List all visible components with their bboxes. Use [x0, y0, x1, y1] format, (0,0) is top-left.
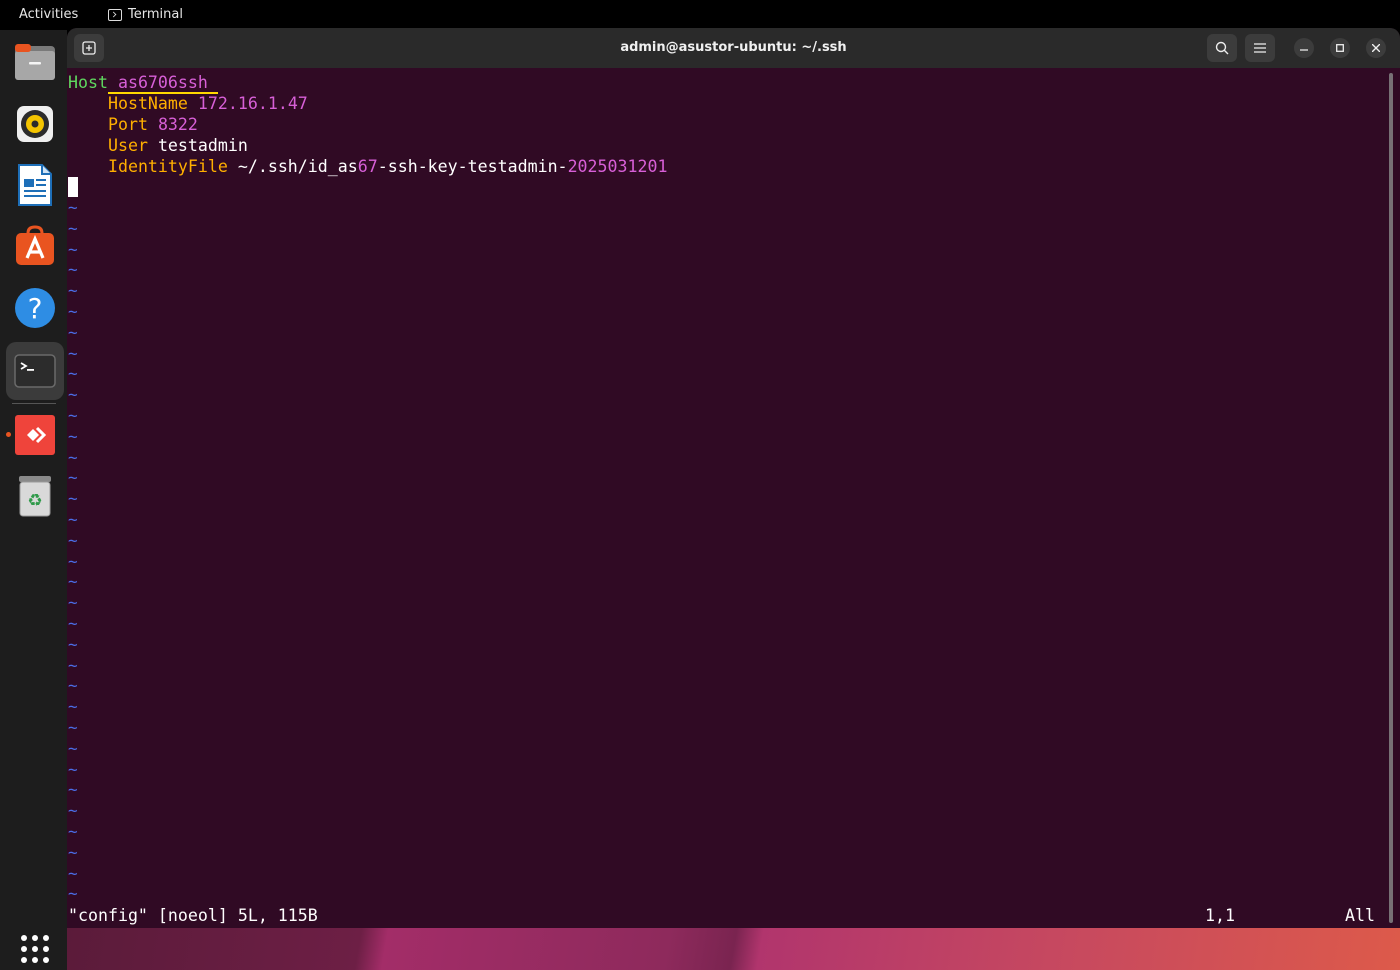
dock-app-center[interactable] — [6, 217, 64, 275]
anydesk-icon — [15, 415, 55, 455]
search-button[interactable] — [1207, 34, 1237, 62]
svg-text:?: ? — [28, 292, 43, 325]
tilde-line: ~ — [68, 863, 78, 883]
vim-status-message: "config" [noeol] 5L, 115B — [68, 906, 318, 925]
activities-button[interactable]: Activities — [19, 7, 78, 22]
tilde-line: ~ — [68, 302, 78, 321]
help-icon: ? — [15, 288, 55, 328]
dock-trash[interactable]: ♻ — [6, 467, 64, 525]
dock-help[interactable]: ? — [6, 279, 64, 337]
tilde-line: ~ — [68, 655, 78, 675]
host-keyword: Host — [68, 73, 108, 92]
rhythmbox-icon — [17, 106, 53, 142]
search-icon — [1215, 41, 1229, 55]
libreoffice-writer-icon — [18, 164, 52, 206]
hostname-value: 172.16.1.47 — [197, 94, 308, 113]
identityfile-path-c: -ssh-key-testadmin- — [377, 157, 568, 176]
minimize-icon — [1300, 49, 1308, 51]
dock-files[interactable] — [6, 33, 64, 91]
tilde-line: ~ — [68, 759, 78, 779]
identityfile-path-d: 2025031201 — [567, 157, 668, 176]
terminal-area[interactable]: Host as6706ssh HostName 172.16.1.47 Port… — [67, 68, 1400, 928]
window-title: admin@asustor-ubuntu: ~/.ssh — [620, 40, 847, 55]
maximize-button[interactable] — [1330, 38, 1350, 58]
tilde-line: ~ — [68, 468, 78, 488]
minimize-button[interactable] — [1294, 38, 1314, 58]
tilde-line: ~ — [68, 364, 78, 384]
terminal-window: admin@asustor-ubuntu: ~/.ssh Host as6706… — [67, 28, 1400, 928]
trash-icon: ♻ — [19, 476, 51, 517]
tilde-line: ~ — [68, 676, 78, 696]
terminal-icon — [14, 354, 56, 388]
tilde-line: ~ — [68, 239, 78, 259]
tilde-line: ~ — [68, 634, 78, 654]
tilde-line: ~ — [68, 842, 78, 862]
app-menu[interactable]: Terminal — [108, 7, 183, 22]
desktop-wallpaper — [67, 928, 1400, 970]
hostname-keyword: HostName — [107, 94, 188, 113]
terminal-small-icon — [108, 8, 122, 21]
text-cursor — [68, 177, 78, 197]
tilde-line: ~ — [68, 593, 78, 613]
tilde-line: ~ — [68, 738, 78, 758]
tilde-line: ~ — [68, 697, 78, 717]
dock-separator — [12, 403, 56, 404]
tilde-line: ~ — [68, 780, 78, 800]
tilde-line: ~ — [68, 551, 78, 571]
tilde-line: ~ — [68, 614, 78, 633]
dock-rhythmbox[interactable] — [6, 95, 64, 153]
close-icon — [1372, 44, 1380, 52]
user-value: testadmin — [157, 136, 248, 155]
title-bar[interactable]: admin@asustor-ubuntu: ~/.ssh — [67, 28, 1400, 68]
tilde-line: ~ — [68, 322, 78, 342]
close-button[interactable] — [1366, 38, 1386, 58]
app-menu-label: Terminal — [128, 7, 183, 22]
tilde-line: ~ — [68, 447, 78, 467]
menu-button[interactable] — [1245, 34, 1275, 62]
app-center-icon — [16, 225, 54, 265]
files-icon — [15, 44, 55, 80]
identityfile-path-b: 67 — [357, 157, 378, 176]
tilde-line: ~ — [68, 281, 78, 301]
tilde-line: ~ — [68, 822, 78, 841]
tilde-line: ~ — [68, 343, 78, 363]
user-keyword: User — [107, 136, 148, 155]
config-line-host: Host as6706ssh — [68, 72, 218, 94]
tilde-line: ~ — [68, 218, 78, 238]
dock-show-apps[interactable] — [6, 920, 64, 970]
tilde-line: ~ — [68, 426, 78, 446]
config-line-user: User testadmin — [68, 135, 248, 156]
identityfile-path-a: ~/.ssh/id_as — [237, 157, 358, 176]
host-value: as6706ssh — [107, 73, 218, 94]
scroll-indicator: All — [1345, 906, 1375, 925]
tilde-line: ~ — [68, 198, 78, 217]
hamburger-icon — [1254, 43, 1266, 53]
port-value: 8322 — [157, 115, 198, 134]
tilde-line: ~ — [68, 530, 78, 550]
tilde-line: ~ — [68, 801, 78, 821]
scrollbar[interactable] — [1389, 73, 1393, 923]
config-line-identityfile: IdentityFile ~/.ssh/id_as67-ssh-key-test… — [68, 156, 668, 177]
config-line-hostname: HostName 172.16.1.47 — [68, 93, 308, 114]
tilde-line: ~ — [68, 572, 78, 592]
config-line-port: Port 8322 — [68, 114, 198, 135]
dock: ? ♻ — [0, 30, 67, 970]
top-bar: Activities Terminal — [0, 0, 1400, 30]
tilde-line: ~ — [68, 718, 78, 737]
cursor-position: 1,1 — [1205, 906, 1235, 925]
tilde-line: ~ — [68, 260, 78, 280]
dock-anydesk[interactable] — [6, 406, 64, 464]
tilde-line: ~ — [68, 385, 78, 405]
tilde-line: ~ — [68, 510, 78, 529]
grid-icon — [21, 935, 49, 963]
tilde-line: ~ — [68, 884, 78, 904]
dock-writer[interactable] — [6, 156, 64, 214]
svg-text:♻: ♻ — [27, 491, 42, 511]
maximize-icon — [1336, 44, 1344, 52]
port-keyword: Port — [107, 115, 148, 134]
identityfile-keyword: IdentityFile — [107, 157, 228, 176]
tilde-line: ~ — [68, 489, 78, 509]
dock-terminal[interactable] — [6, 342, 64, 400]
tilde-line: ~ — [68, 406, 78, 425]
